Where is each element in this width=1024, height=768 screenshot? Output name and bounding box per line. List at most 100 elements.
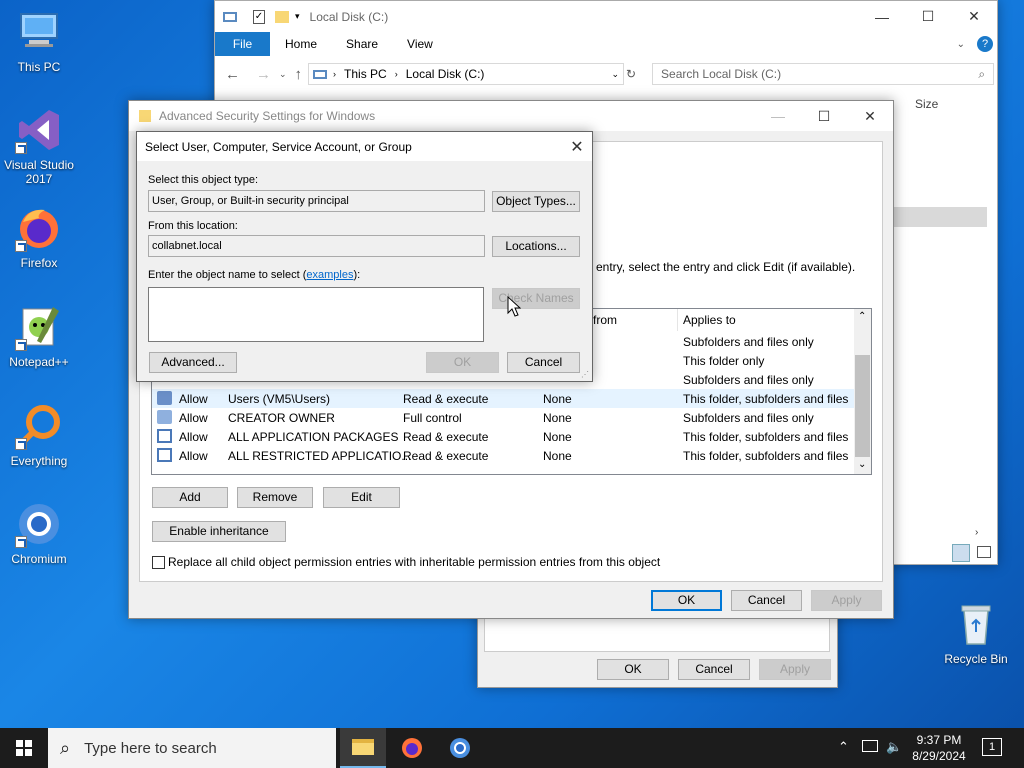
table-row[interactable]: Allow ALL APPLICATION PACKAGES Read & ex… [152,427,856,446]
replace-permissions-checkbox[interactable] [152,556,165,569]
tab-share[interactable]: Share [346,37,378,51]
breadcrumb-this-pc[interactable]: This PC [344,67,387,81]
back-arrow-icon[interactable]: ← [225,66,240,83]
address-dropdown-icon[interactable]: ⌄ [612,69,620,80]
select-ok-button[interactable]: OK [426,352,499,373]
desktop-icon-chromium[interactable]: Chromium [0,500,78,566]
tab-file[interactable]: File [215,32,270,56]
scroll-down-icon[interactable]: ⌄ [858,459,866,470]
new-folder-icon[interactable] [275,10,289,23]
up-arrow-icon[interactable]: ↑ [295,66,303,83]
app-packages-icon [157,448,172,462]
column-header-applies-to[interactable]: Applies to [683,313,736,327]
table-row[interactable]: Allow CREATOR OWNER Full control None Su… [152,408,856,427]
minimize-button[interactable]: — [859,2,905,32]
scroll-right-icon[interactable]: › [975,527,978,538]
volume-muted-icon[interactable]: 🔈 [886,739,902,755]
expand-ribbon-chevron-icon[interactable]: ⌄ [957,39,965,50]
desktop-icon-visual-studio[interactable]: Visual Studio 2017 [0,106,78,186]
resize-grip-icon[interactable]: ⋰ [581,370,589,379]
examples-link[interactable]: examples [306,269,353,281]
shortcut-arrow-icon [15,438,27,450]
taskbar-file-explorer[interactable] [340,728,386,768]
clock[interactable]: 9:37 PM 8/29/2024 [908,732,970,764]
select-user-dialog: Select User, Computer, Service Account, … [136,131,593,382]
app-packages-icon [157,429,172,443]
advanced-title: Advanced Security Settings for Windows [159,109,376,123]
clock-date: 8/29/2024 [912,749,966,763]
object-name-label: Enter the object name to select (example… [148,269,360,281]
minimize-button[interactable]: — [755,101,801,131]
desktop-icon-label: Visual Studio 2017 [4,158,74,186]
row-applies-to: Subfolders and files only [683,411,814,425]
show-hidden-icons-chevron-icon[interactable]: ⌃ [838,739,849,755]
enable-inheritance-button[interactable]: Enable inheritance [152,521,286,542]
breadcrumb-local-disk[interactable]: Local Disk (C:) [406,67,485,81]
select-cancel-button[interactable]: Cancel [507,352,580,373]
large-icons-view-icon[interactable] [977,546,991,558]
object-name-label-suffix: ): [353,269,361,281]
properties-apply-button[interactable]: Apply [759,659,831,680]
row-inherited: None [543,392,572,406]
this-pc-icon [313,69,328,79]
advanced-ok-button[interactable]: OK [651,590,722,611]
close-icon[interactable]: ✕ [562,132,592,162]
maximize-button[interactable]: ☐ [801,101,847,131]
location-label: From this location: [148,220,238,232]
maximize-button[interactable]: ☐ [905,2,951,32]
advanced-cancel-button[interactable]: Cancel [731,590,802,611]
close-button[interactable]: ✕ [951,2,997,32]
vertical-scrollbar[interactable]: ⌃ ⌄ [854,309,871,474]
breadcrumb-chevron-icon: › [333,69,337,79]
desktop-icon-label: Recycle Bin [944,652,1008,666]
details-view-icon[interactable] [952,544,970,562]
notification-count: 1 [988,741,996,753]
desktop-icon-firefox[interactable]: Firefox [0,204,78,270]
scrollbar-thumb[interactable] [855,355,870,457]
desktop-icon-label: Notepad++ [9,355,69,369]
taskbar-search-box[interactable]: ⌕ Type here to search [48,728,336,768]
column-header-inherited[interactable]: from [593,313,617,327]
row-inherited: None [543,449,572,463]
windows-logo-icon [16,740,32,756]
mouse-cursor-icon [507,295,522,321]
add-button[interactable]: Add [152,487,228,508]
properties-ok-button[interactable]: OK [597,659,669,680]
action-center-icon[interactable]: 1 [982,738,1002,756]
recent-locations-chevron-icon[interactable]: ⌄ [279,69,287,80]
object-name-input[interactable] [148,287,484,342]
refresh-icon[interactable]: ↻ [626,67,642,81]
properties-icon[interactable]: ✓ [253,9,265,24]
desktop-icon-this-pc[interactable]: This PC [0,8,78,74]
help-icon[interactable]: ? [977,36,993,52]
address-bar[interactable]: › This PC › Local Disk (C:) ⌄ [308,63,625,85]
locations-button[interactable]: Locations... [492,236,580,257]
row-principal: ALL APPLICATION PACKAGES [228,430,399,444]
start-button[interactable] [0,728,48,768]
scroll-up-icon[interactable]: ⌃ [858,311,866,322]
taskbar-firefox[interactable] [389,728,435,768]
properties-cancel-button[interactable]: Cancel [678,659,750,680]
remove-button[interactable]: Remove [237,487,313,508]
edit-button[interactable]: Edit [323,487,400,508]
explorer-search-input[interactable]: Search Local Disk (C:) ⌕ [652,63,995,85]
forward-arrow-icon[interactable]: → [256,66,271,83]
quick-access-icon[interactable] [223,11,237,22]
advanced-apply-button[interactable]: Apply [811,590,882,611]
selected-row-highlight [891,207,987,227]
object-types-button[interactable]: Object Types... [492,191,580,212]
customize-toolbar-chevron-icon[interactable]: ▾ [295,11,300,22]
desktop-icon-recycle-bin[interactable]: Recycle Bin [936,600,1016,666]
desktop-icon-notepadpp[interactable]: Notepad++ [0,303,78,369]
column-header-size[interactable]: Size [915,97,938,111]
tab-view[interactable]: View [407,37,433,51]
taskbar-chromium[interactable] [437,728,483,768]
check-names-button[interactable]: Check Names [492,288,580,309]
network-icon[interactable] [862,740,878,752]
close-button[interactable]: ✕ [847,101,893,131]
desktop-icon-everything[interactable]: Everything [0,402,78,468]
advanced-button[interactable]: Advanced... [149,352,237,373]
table-row[interactable]: Allow Users (VM5\Users) Read & execute N… [152,389,856,408]
table-row[interactable]: Allow ALL RESTRICTED APPLICATIO... Read … [152,446,856,465]
tab-home[interactable]: Home [285,37,317,51]
